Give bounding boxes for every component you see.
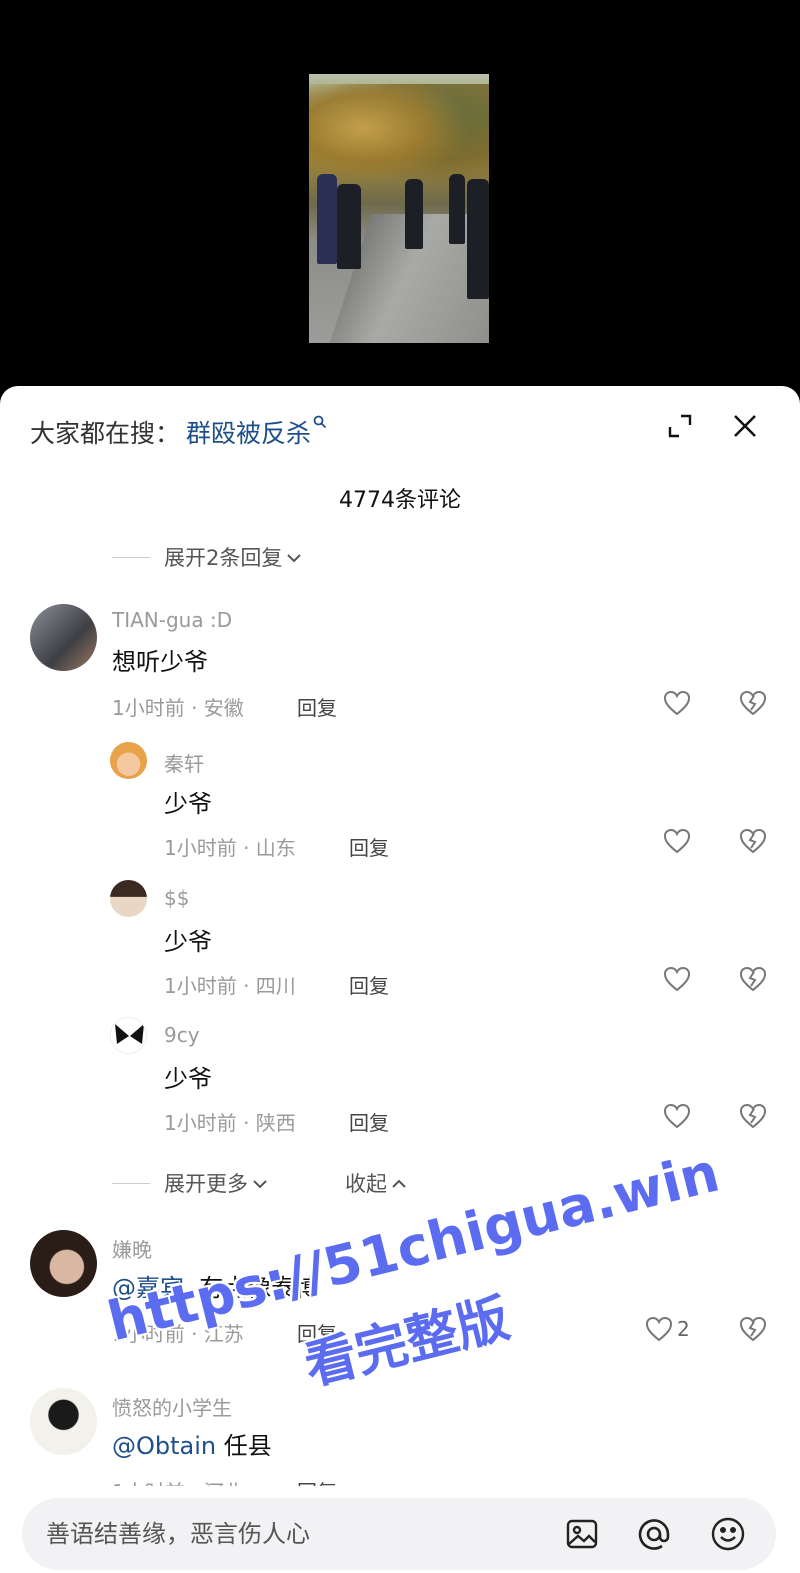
image-icon[interactable]	[562, 1514, 602, 1554]
divider	[112, 1182, 150, 1184]
emoji-icon[interactable]	[708, 1514, 748, 1554]
dislike-heart-icon[interactable]	[739, 828, 767, 858]
video-scene-person	[467, 179, 489, 299]
comment-username[interactable]: TIAN-gua :D	[112, 608, 232, 632]
comment-text: @Obtain 任县	[112, 1426, 272, 1461]
video-scene-person	[317, 174, 337, 264]
trending-search-label: 大家都在搜：	[30, 419, 181, 448]
trending-search[interactable]: 大家都在搜： 群殴被反杀	[30, 414, 327, 450]
avatar[interactable]	[110, 742, 147, 779]
expand-replies-label: 展开2条回复	[164, 546, 283, 570]
chevron-down-icon	[252, 1171, 268, 1195]
expand-more-label: 展开更多	[164, 1172, 248, 1196]
reply-button[interactable]: 回复	[349, 832, 389, 861]
comment-username[interactable]: 9cy	[164, 1023, 200, 1047]
comment-text: 想听少爷	[112, 648, 208, 676]
comment-meta: 1小时前 · 四川	[164, 974, 296, 998]
avatar[interactable]	[30, 604, 97, 671]
search-icon	[313, 414, 327, 434]
comment-text: 少爷	[164, 928, 212, 956]
like-button[interactable]: 2	[645, 1316, 690, 1342]
like-heart-icon[interactable]	[663, 828, 691, 854]
like-heart-icon[interactable]	[663, 690, 691, 716]
comment-mention[interactable]: @Obtain	[112, 1432, 216, 1460]
avatar[interactable]	[110, 1017, 147, 1054]
comment-count: 4774条评论	[339, 488, 461, 513]
avatar[interactable]	[110, 880, 147, 917]
comment-username[interactable]: $$	[164, 886, 189, 910]
avatar[interactable]	[30, 1230, 97, 1297]
video-frame[interactable]	[309, 74, 489, 343]
video-scene-person	[337, 184, 361, 269]
divider	[112, 556, 150, 558]
reply-button[interactable]: 回复	[349, 970, 389, 999]
comment-mention[interactable]: @嘉宾.	[112, 1274, 192, 1302]
comment-input[interactable]	[46, 1498, 526, 1570]
reply-button[interactable]: 回复	[349, 1107, 389, 1136]
reply-button[interactable]: 回复	[297, 1318, 337, 1347]
chevron-down-icon	[286, 545, 302, 569]
comment-text: 少爷	[164, 790, 212, 818]
expand-more-button[interactable]: 展开更多	[112, 1168, 268, 1198]
comment-text: 少爷	[164, 1065, 212, 1093]
close-icon[interactable]	[727, 408, 763, 444]
comment-username[interactable]: 秦轩	[164, 748, 204, 777]
video-player[interactable]	[0, 0, 800, 400]
comment-text-body: 有点像泰博	[191, 1274, 320, 1302]
comment-text-body: 任县	[216, 1432, 272, 1460]
dislike-heart-icon[interactable]	[739, 966, 767, 996]
comment-text: @嘉宾. 有点像泰博	[112, 1268, 319, 1303]
video-scene-person	[405, 179, 423, 249]
comment-meta: 1小时前 · 山东	[164, 836, 296, 860]
comment-input-container[interactable]	[22, 1498, 776, 1570]
comment-input-bar	[0, 1486, 800, 1573]
comment-username[interactable]: 嫌晚	[112, 1234, 152, 1263]
expand-replies-button[interactable]: 展开2条回复	[112, 542, 302, 572]
video-scene-person	[449, 174, 465, 244]
like-heart-icon[interactable]	[663, 1103, 691, 1129]
mention-at-icon[interactable]	[634, 1514, 674, 1554]
reply-button[interactable]: 回复	[297, 692, 337, 721]
like-heart-icon[interactable]	[663, 966, 691, 992]
comments-sheet: 大家都在搜： 群殴被反杀 4774条评论 展开2条回复 TIAN-gua :D …	[0, 386, 800, 1573]
trending-search-term[interactable]: 群殴被反杀	[186, 414, 311, 450]
dislike-heart-icon[interactable]	[739, 1103, 767, 1133]
comment-meta: 1小时前 · 江苏	[112, 1322, 244, 1346]
comment-meta: 1小时前 · 陕西	[164, 1111, 296, 1135]
comment-username[interactable]: 愤怒的小学生	[112, 1392, 232, 1421]
like-count: 2	[677, 1317, 690, 1341]
collapse-label: 收起	[345, 1172, 387, 1196]
like-heart-icon	[645, 1316, 673, 1342]
chevron-up-icon	[391, 1171, 407, 1195]
fullscreen-icon[interactable]	[662, 408, 698, 444]
collapse-button[interactable]: 收起	[345, 1168, 407, 1198]
avatar[interactable]	[30, 1388, 97, 1455]
dislike-heart-icon[interactable]	[739, 1316, 767, 1346]
comment-meta: 1小时前 · 安徽	[112, 696, 244, 720]
dislike-heart-icon[interactable]	[739, 690, 767, 720]
